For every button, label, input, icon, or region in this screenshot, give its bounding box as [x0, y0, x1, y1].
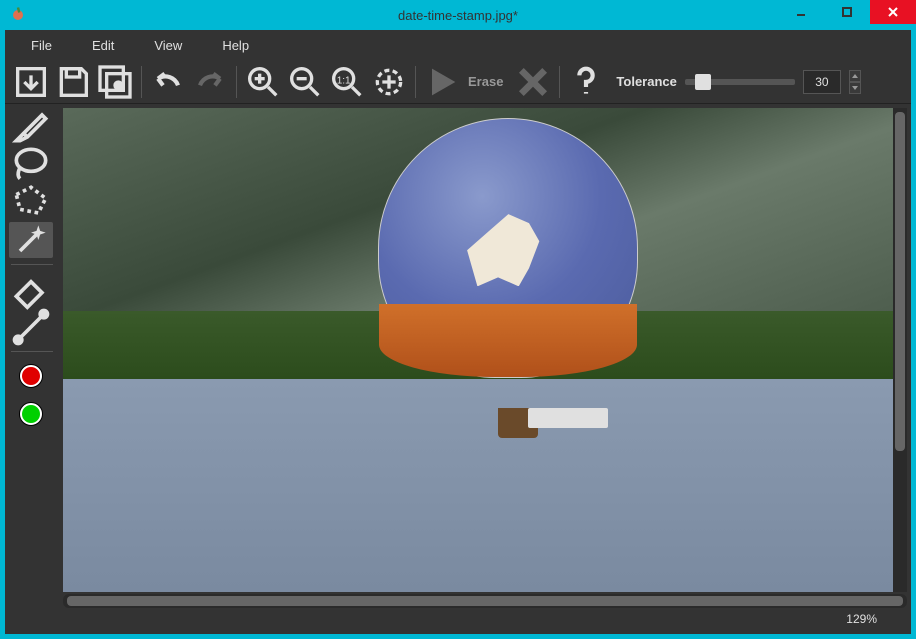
line-tool[interactable] — [9, 309, 53, 345]
image-boat — [528, 408, 608, 428]
scrollbar-thumb[interactable] — [67, 596, 903, 606]
zoom-out-button[interactable] — [285, 62, 325, 102]
tolerance-slider[interactable] — [685, 79, 795, 85]
separator — [236, 66, 237, 98]
main-area: 129% — [5, 104, 911, 634]
app-icon — [8, 5, 28, 25]
app-body: File Edit View Help 1:1 Erase Tolerance — [5, 30, 911, 634]
window-controls — [778, 0, 916, 30]
red-swatch — [20, 365, 42, 387]
horizontal-scrollbar[interactable] — [63, 594, 907, 608]
minimize-button[interactable] — [778, 0, 824, 24]
spin-down-button[interactable] — [849, 82, 861, 94]
side-toolbar — [5, 104, 59, 634]
tolerance-group: Tolerance 30 — [616, 70, 860, 94]
magic-wand-tool[interactable] — [9, 222, 53, 258]
marker-tool[interactable] — [9, 108, 53, 144]
menu-file[interactable]: File — [13, 34, 70, 57]
canvas-area: 129% — [59, 104, 911, 634]
tolerance-label: Tolerance — [616, 74, 676, 89]
spin-up-button[interactable] — [849, 70, 861, 82]
menu-edit[interactable]: Edit — [74, 34, 132, 57]
scrollbar-thumb[interactable] — [895, 112, 905, 451]
tolerance-spinner — [849, 70, 861, 94]
menubar: File Edit View Help — [5, 30, 911, 60]
balloon-envelope — [378, 118, 638, 378]
tolerance-input[interactable]: 30 — [803, 70, 841, 94]
cancel-button[interactable] — [513, 62, 553, 102]
erase-run-button[interactable] — [422, 62, 462, 102]
save-button[interactable] — [53, 62, 93, 102]
menu-help[interactable]: Help — [204, 34, 267, 57]
titlebar: date-time-stamp.jpg* — [0, 0, 916, 30]
app-window: date-time-stamp.jpg* File Edit View Help… — [0, 0, 916, 639]
zoom-actual-button[interactable]: 1:1 — [327, 62, 367, 102]
lasso-tool[interactable] — [9, 146, 53, 182]
balloon-unicorn — [457, 196, 560, 286]
zoom-fit-button[interactable] — [369, 62, 409, 102]
menu-view[interactable]: View — [136, 34, 200, 57]
window-title: date-time-stamp.jpg* — [398, 8, 518, 23]
canvas-viewport — [63, 108, 907, 592]
vertical-scrollbar[interactable] — [893, 108, 907, 592]
redo-button[interactable] — [190, 62, 230, 102]
separator — [559, 66, 560, 98]
statusbar: 129% — [63, 608, 907, 630]
svg-text:1:1: 1:1 — [337, 75, 351, 86]
separator — [11, 351, 53, 352]
erase-label: Erase — [468, 74, 503, 89]
help-button[interactable] — [566, 62, 606, 102]
toolbar: 1:1 Erase Tolerance 30 — [5, 60, 911, 104]
open-button[interactable] — [11, 62, 51, 102]
maximize-button[interactable] — [824, 0, 870, 24]
hscroll-row — [63, 594, 907, 608]
zoom-in-button[interactable] — [243, 62, 283, 102]
balloon-band — [379, 304, 637, 376]
eraser-tool[interactable] — [9, 271, 53, 307]
polygon-tool[interactable] — [9, 184, 53, 220]
canvas-image[interactable] — [63, 108, 893, 592]
color-primary[interactable] — [9, 358, 53, 394]
separator — [11, 264, 53, 265]
separator — [141, 66, 142, 98]
compare-button[interactable] — [95, 62, 135, 102]
separator — [415, 66, 416, 98]
color-secondary[interactable] — [9, 396, 53, 432]
green-swatch — [20, 403, 42, 425]
close-button[interactable] — [870, 0, 916, 24]
slider-thumb[interactable] — [695, 74, 711, 90]
undo-button[interactable] — [148, 62, 188, 102]
image-balloon — [378, 118, 658, 458]
zoom-level: 129% — [846, 612, 877, 626]
